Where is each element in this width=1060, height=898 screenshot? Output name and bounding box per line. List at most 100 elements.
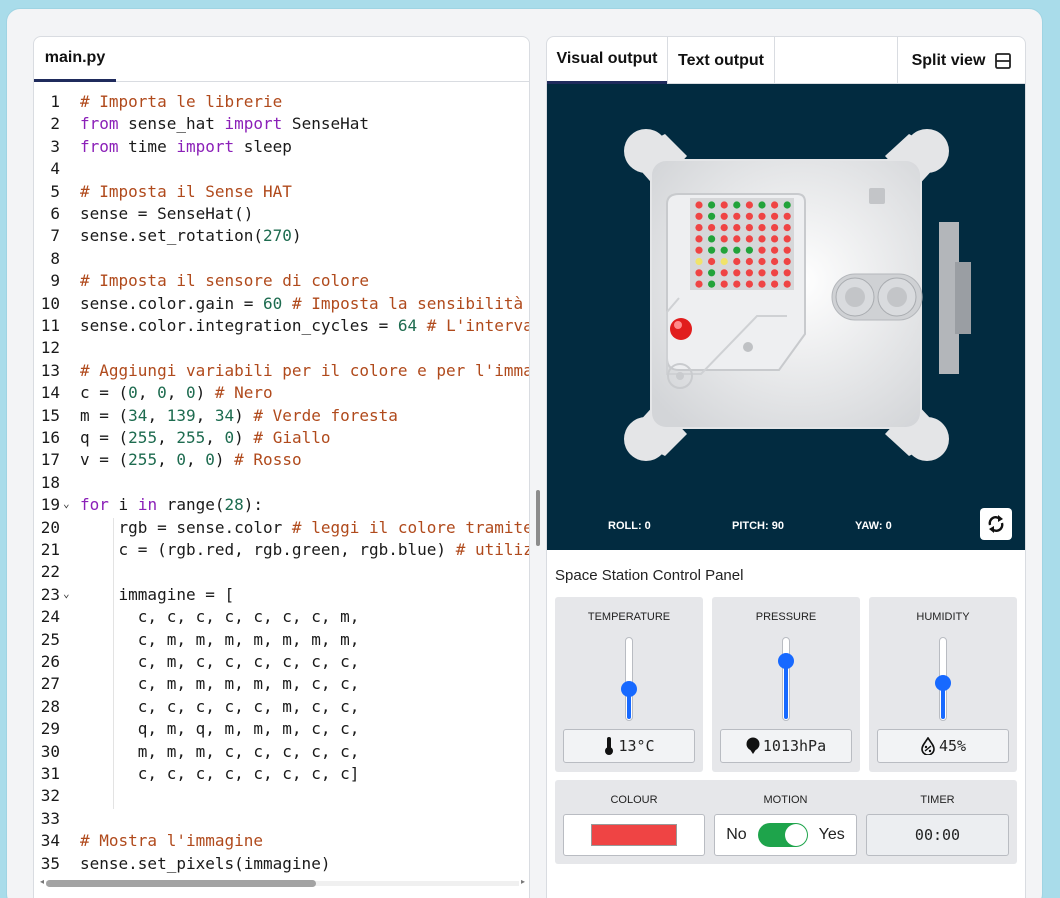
reset-orientation-button[interactable] bbox=[980, 508, 1012, 540]
code-line[interactable]: 16 q = (255, 255, 0) # Giallo bbox=[34, 428, 529, 450]
code-line[interactable]: 33 bbox=[34, 808, 529, 831]
line-number: 20 bbox=[40, 517, 60, 537]
code-line[interactable]: 30 m, m, m, c, c, c, c, c, bbox=[34, 741, 529, 764]
code-text: v = (255, 0, 0) # Rosso bbox=[80, 450, 302, 470]
code-line[interactable]: 15 m = (34, 139, 34) # Verde foresta bbox=[34, 406, 529, 428]
led-pixel bbox=[733, 269, 741, 277]
motion-yes-label: Yes bbox=[818, 826, 845, 843]
code-line[interactable]: 9 # Imposta il sensore di colore bbox=[34, 271, 529, 293]
code-line[interactable]: 7 sense.set_rotation(270) bbox=[34, 226, 529, 248]
code-text: q, m, q, m, m, m, c, c, bbox=[80, 719, 360, 739]
code-text: sense.color.gain = 60 # Imposta la sensi… bbox=[80, 293, 524, 313]
led-pixel bbox=[745, 269, 753, 277]
code-line[interactable]: 35 sense.set_pixels(immagine) bbox=[34, 854, 529, 876]
code-line[interactable]: 21 c = (rgb.red, rgb.green, rgb.blue) # … bbox=[34, 540, 530, 562]
line-number: 31 bbox=[40, 764, 60, 783]
line-number: 33 bbox=[40, 808, 60, 828]
led-pixel bbox=[771, 235, 779, 243]
code-line[interactable]: 3 from time import sleep bbox=[34, 137, 529, 159]
line-number: 17 bbox=[40, 450, 60, 470]
code-line[interactable]: 24 c, c, c, c, c, c, c, m, bbox=[34, 607, 529, 629]
led-pixel bbox=[758, 257, 766, 266]
control-panel-title: Space Station Control Panel bbox=[555, 567, 744, 584]
code-text: c = (rgb.red, rgb.green, rgb.blue) # uti… bbox=[80, 540, 530, 559]
line-number: 1 bbox=[50, 92, 60, 111]
roll-readout: ROLL: 0 bbox=[608, 520, 651, 532]
split-view-button[interactable]: Split view bbox=[897, 37, 1025, 84]
code-line[interactable]: 32 bbox=[34, 786, 529, 808]
code-line[interactable]: 19 ⌄ for i in range(28): bbox=[34, 495, 529, 517]
code-text: c = (0, 0, 0) # Nero bbox=[80, 383, 273, 403]
code-line[interactable]: 29 q, m, q, m, m, m, c, c, bbox=[34, 719, 529, 741]
fold-chevron-icon[interactable]: ⌄ bbox=[63, 497, 70, 510]
code-line[interactable]: 27 c, m, m, m, m, m, c, c, bbox=[34, 674, 529, 696]
code-text: # Aggiungi variabili per il colore e per… bbox=[80, 360, 530, 380]
colour-swatch[interactable] bbox=[591, 824, 677, 846]
code-line[interactable]: 34 # Mostra l'immagine bbox=[34, 831, 529, 853]
code-line[interactable]: 10 sense.color.gain = 60 # Imposta la sen… bbox=[34, 293, 529, 316]
code-line[interactable]: 8 bbox=[34, 249, 529, 271]
humidity-slider-knob[interactable] bbox=[935, 675, 951, 692]
led-pixel bbox=[695, 246, 703, 254]
temperature-slider-knob[interactable] bbox=[621, 680, 637, 697]
code-line[interactable]: 13 # Aggiungi variabili per il colore e p… bbox=[34, 360, 530, 383]
temperature-card: TEMPERATURE 13°C bbox=[555, 597, 703, 772]
code-line[interactable]: 6 sense = SenseHat() bbox=[34, 204, 529, 226]
yaw-readout: YAW: 0 bbox=[855, 520, 892, 532]
line-number: 14 bbox=[40, 383, 60, 403]
led-pixel bbox=[758, 201, 766, 209]
line-number: 2 bbox=[50, 114, 60, 134]
code-line[interactable]: 2 from sense_hat import SenseHat bbox=[34, 114, 529, 136]
motion-label: MOTION bbox=[763, 794, 808, 806]
code-line[interactable]: 20 rgb = sense.color # leggi il colore t… bbox=[34, 517, 529, 540]
vertical-scrollbar-thumb[interactable] bbox=[536, 490, 540, 546]
code-line[interactable]: 28 c, c, c, c, c, m, c, c, bbox=[34, 697, 529, 719]
code-text: sense.set_rotation(270) bbox=[80, 226, 302, 246]
sense-hat-board[interactable] bbox=[547, 84, 1025, 550]
led-pixel bbox=[708, 269, 716, 277]
code-line[interactable]: 25 c, m, m, m, m, m, m, m, bbox=[34, 630, 529, 652]
pressure-card: PRESSURE 1013hPa bbox=[712, 597, 860, 772]
code-line[interactable]: 22 bbox=[34, 562, 529, 584]
code-line[interactable]: 14 c = (0, 0, 0) # Nero bbox=[34, 383, 529, 405]
led-pixel bbox=[720, 212, 728, 220]
line-number: 26 bbox=[40, 652, 60, 671]
code-text: m, m, m, c, c, c, c, c, bbox=[80, 741, 360, 761]
code-line[interactable]: 17 v = (255, 0, 0) # Rosso bbox=[34, 450, 529, 472]
colour-picker[interactable] bbox=[563, 814, 705, 856]
code-line[interactable]: 26 c, m, c, c, c, c, c, c, bbox=[34, 652, 529, 674]
scroll-right-icon[interactable]: ▸ bbox=[521, 877, 525, 886]
code-line[interactable]: 23 ⌄ immagine = [ bbox=[34, 585, 529, 607]
code-line[interactable]: 1 # Importa le librerie bbox=[34, 92, 529, 114]
code-area[interactable]: 1 # Importa le librerie 2 from sense_hat im… bbox=[34, 92, 530, 873]
humidity-slider[interactable] bbox=[935, 637, 951, 721]
code-line[interactable]: 4 bbox=[34, 159, 529, 181]
code-line[interactable]: 11 sense.color.integration_cycles = 64 # … bbox=[34, 316, 529, 338]
line-number: 21 bbox=[40, 540, 60, 559]
led-pixel bbox=[695, 224, 703, 232]
pressure-slider[interactable] bbox=[778, 637, 794, 721]
horizontal-scrollbar[interactable]: ◂ ▸ bbox=[40, 877, 525, 888]
motion-toggle[interactable] bbox=[757, 823, 808, 847]
led-pixel bbox=[745, 246, 753, 254]
pressure-slider-knob[interactable] bbox=[778, 652, 794, 669]
line-number: 34 bbox=[40, 831, 60, 851]
led-pixel bbox=[783, 280, 791, 288]
led-pixel bbox=[758, 269, 766, 277]
code-text: sense = SenseHat() bbox=[80, 204, 254, 223]
code-line[interactable]: 12 bbox=[34, 338, 529, 360]
fold-chevron-icon[interactable]: ⌄ bbox=[63, 587, 70, 600]
pitch-readout: PITCH: 90 bbox=[732, 520, 784, 532]
line-number: 10 bbox=[40, 293, 60, 313]
scrollbar-thumb[interactable] bbox=[46, 880, 316, 887]
tab-visual-output[interactable]: Visual output bbox=[547, 37, 667, 84]
led-pixel bbox=[771, 257, 779, 266]
tab-main-py[interactable]: main.py bbox=[34, 37, 116, 82]
tab-text-output[interactable]: Text output bbox=[668, 37, 774, 84]
temperature-slider[interactable] bbox=[621, 637, 637, 721]
code-line[interactable]: 18 bbox=[34, 473, 529, 495]
line-number: 29 bbox=[40, 719, 60, 739]
scroll-left-icon[interactable]: ◂ bbox=[40, 877, 44, 886]
code-line[interactable]: 5 # Imposta il Sense HAT bbox=[34, 182, 529, 204]
code-line[interactable]: 31 c, c, c, c, c, c, c, c] bbox=[34, 764, 529, 786]
